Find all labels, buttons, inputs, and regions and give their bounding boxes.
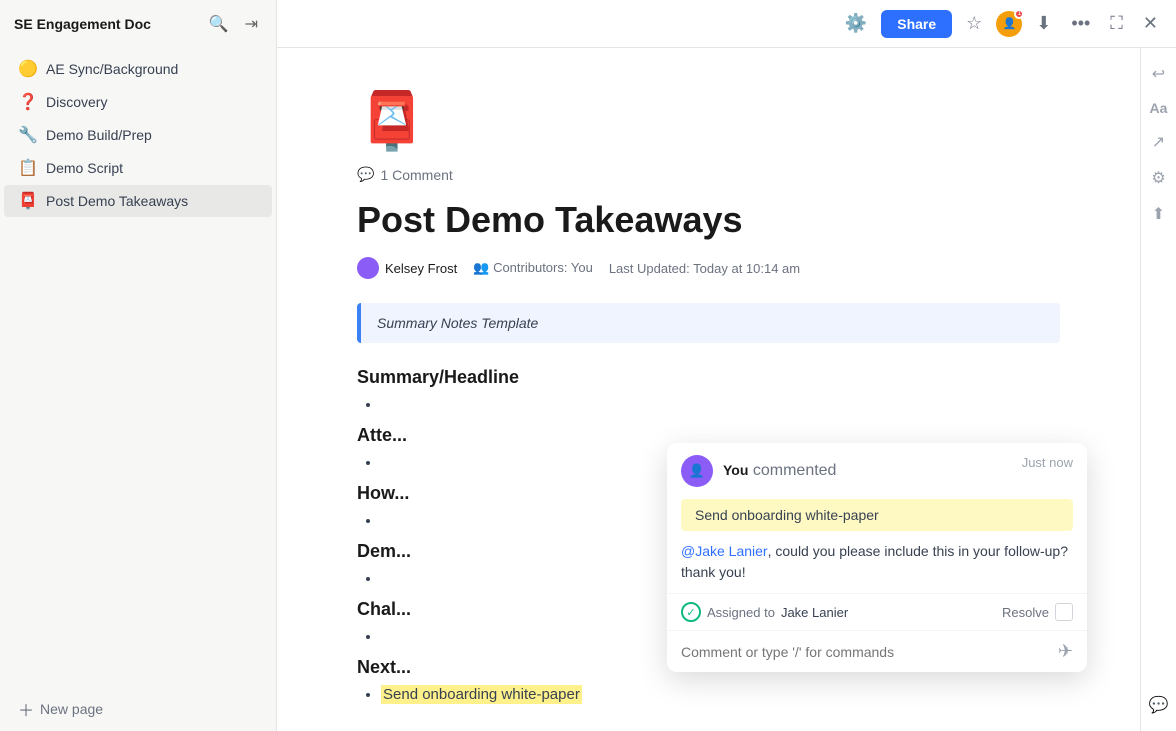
comment-avatar: 👤 (681, 455, 713, 487)
contributors-icon: 👥 (473, 260, 489, 275)
close-icon-button[interactable]: ✕ (1137, 9, 1164, 38)
sidebar-header-icons: 🔍 ⇥ (205, 12, 262, 36)
expand-icon-button[interactable]: ⛶ (1104, 9, 1129, 38)
assigned-label: Assigned to (707, 605, 775, 620)
star-icon-button[interactable]: ☆ (960, 9, 988, 38)
font-size-button[interactable]: Aa (1146, 96, 1172, 120)
more-options-button[interactable]: ••• (1065, 9, 1096, 38)
comment-mention: @Jake Lanier (681, 543, 768, 559)
share-right-button[interactable]: ↗ (1148, 128, 1169, 156)
comment-meta: You commented (723, 462, 836, 480)
comment-icon: 💬 (357, 166, 374, 183)
new-page-label: New page (40, 701, 103, 717)
comment-input-area: ✈ (667, 630, 1087, 672)
resolve-checkbox[interactable] (1055, 603, 1073, 621)
doc-emoji: 📮 (357, 88, 1060, 154)
demo-build-icon: 🔧 (18, 125, 38, 145)
collapse-sidebar-button[interactable]: ⇥ (241, 12, 262, 36)
collapse-right-button[interactable]: ↩ (1148, 60, 1169, 88)
resolve-section: Resolve (1002, 603, 1073, 621)
sidebar-item-demo-build-label: Demo Build/Prep (46, 127, 152, 143)
sidebar-nav: 🟡 AE Sync/Background ❓ Discovery 🔧 Demo … (0, 48, 276, 687)
document-area: 📮 💬 1 Comment Post Demo Takeaways Kelsey… (277, 48, 1140, 731)
post-demo-icon: 📮 (18, 191, 38, 211)
section-next-bullet: Send onboarding white-paper (381, 686, 1060, 703)
main-content: ⚙️ Share ☆ 👤 1 ⬇ ••• ⛶ ✕ ↩ Aa ↗ ⚙ ⬆ 💬 📮 … (277, 0, 1176, 731)
section-summary-bullet (381, 396, 1060, 413)
summary-block-text: Summary Notes Template (377, 315, 538, 331)
comment-action: commented (753, 462, 837, 479)
share-button[interactable]: Share (881, 10, 952, 38)
comment-highlighted-text: Send onboarding white-paper (681, 499, 1073, 531)
search-icon-button[interactable]: 🔍 (205, 12, 233, 36)
comment-popup: 👤 You commented Just now Send onboarding… (667, 443, 1087, 672)
highlighted-item: Send onboarding white-paper (381, 685, 582, 704)
assigned-section: ✓ Assigned to Jake Lanier (681, 602, 848, 622)
doc-meta: Kelsey Frost 👥 Contributors: You Last Up… (357, 257, 1060, 279)
last-updated-section: Last Updated: Today at 10:14 am (609, 261, 800, 276)
sidebar-item-ae-sync[interactable]: 🟡 AE Sync/Background (4, 53, 272, 85)
author-avatar (357, 257, 379, 279)
sidebar-item-demo-script-label: Demo Script (46, 160, 123, 176)
plus-icon: ＋ (18, 697, 34, 721)
comment-send-button[interactable]: ✈ (1058, 641, 1073, 662)
contributors-value: You (571, 260, 593, 275)
sidebar-item-post-demo-label: Post Demo Takeaways (46, 193, 188, 209)
author-name: Kelsey Frost (385, 261, 457, 276)
sidebar-item-ae-sync-label: AE Sync/Background (46, 61, 178, 77)
sidebar-title: SE Engagement Doc (14, 16, 151, 32)
sidebar-item-demo-build[interactable]: 🔧 Demo Build/Prep (4, 119, 272, 151)
ae-sync-icon: 🟡 (18, 59, 38, 79)
resolve-label: Resolve (1002, 605, 1049, 620)
comment-input[interactable] (681, 644, 1050, 660)
comment-right-button[interactable]: 💬 (1145, 691, 1173, 719)
assigned-check-icon: ✓ (681, 602, 701, 622)
doc-author: Kelsey Frost (357, 257, 457, 279)
sidebar: SE Engagement Doc 🔍 ⇥ 🟡 AE Sync/Backgrou… (0, 0, 277, 731)
comment-user-info: 👤 You commented (681, 455, 836, 487)
assigned-name: Jake Lanier (781, 605, 848, 620)
right-toolbar: ↩ Aa ↗ ⚙ ⬆ 💬 (1140, 48, 1176, 731)
user-avatar: 👤 1 (996, 11, 1022, 37)
settings-icon-button[interactable]: ⚙️ (839, 9, 873, 38)
comment-header: 👤 You commented Just now (667, 443, 1087, 495)
upload-right-button[interactable]: ⬆ (1148, 200, 1169, 228)
comment-footer: ✓ Assigned to Jake Lanier Resolve (667, 593, 1087, 630)
new-page-button[interactable]: ＋ New page (4, 691, 272, 727)
sidebar-item-discovery[interactable]: ❓ Discovery (4, 86, 272, 118)
last-updated-label: Last Updated: (609, 261, 690, 276)
settings-right-button[interactable]: ⚙ (1147, 164, 1169, 192)
topbar: ⚙️ Share ☆ 👤 1 ⬇ ••• ⛶ ✕ (277, 0, 1176, 48)
sidebar-header: SE Engagement Doc 🔍 ⇥ (0, 0, 276, 48)
comment-author: You (723, 462, 748, 478)
contributors-section: 👥 Contributors: You (473, 260, 593, 276)
download-icon-button[interactable]: ⬇ (1030, 9, 1057, 38)
comment-body: @Jake Lanier, could you please include t… (667, 541, 1087, 593)
doc-title: Post Demo Takeaways (357, 199, 1060, 241)
comment-count: 💬 1 Comment (357, 166, 1060, 183)
summary-block: Summary Notes Template (357, 303, 1060, 343)
section-summary-title: Summary/Headline (357, 367, 1060, 388)
section-summary: Summary/Headline (357, 367, 1060, 413)
comment-time: Just now (1022, 455, 1073, 470)
notification-badge: 1 (1014, 9, 1024, 19)
comment-count-label: 1 Comment (380, 167, 452, 183)
discovery-icon: ❓ (18, 92, 38, 112)
sidebar-item-discovery-label: Discovery (46, 94, 107, 110)
sidebar-item-post-demo[interactable]: 📮 Post Demo Takeaways (4, 185, 272, 217)
contributors-label: Contributors: (493, 260, 567, 275)
demo-script-icon: 📋 (18, 158, 38, 178)
sidebar-item-demo-script[interactable]: 📋 Demo Script (4, 152, 272, 184)
last-updated-value: Today at 10:14 am (693, 261, 800, 276)
